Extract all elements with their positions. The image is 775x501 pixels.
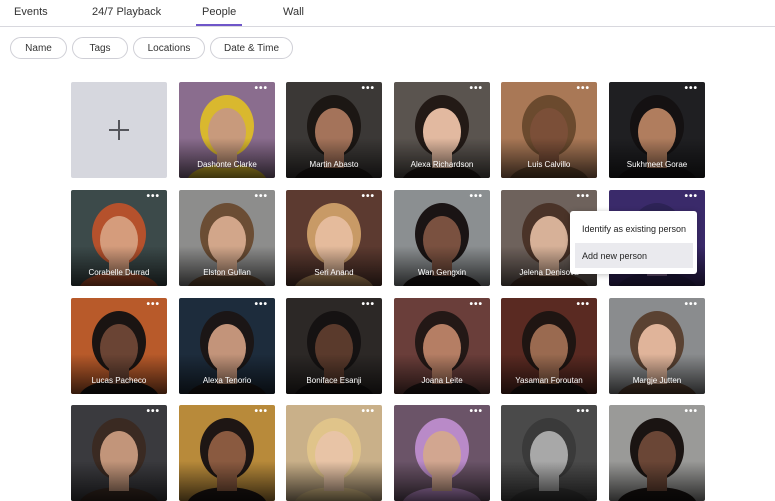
- more-options-icon[interactable]: •••: [684, 300, 698, 310]
- person-card[interactable]: ••• Dashonte Clarke: [179, 82, 275, 178]
- person-name: Elston Gullan: [203, 268, 251, 277]
- person-name: Corabelle Durrad: [88, 268, 150, 277]
- person-name: Wan Gengxin: [417, 268, 467, 277]
- top-tab-bar: Events 24/7 Playback People Wall: [0, 0, 775, 27]
- tab-people[interactable]: People: [195, 6, 243, 26]
- person-name: Dashonte Clarke: [197, 160, 257, 169]
- person-card[interactable]: ••• Lucas Pacheco: [71, 298, 167, 394]
- person-name: Margje Jutten: [632, 376, 682, 385]
- photo-gradient-overlay: [286, 246, 382, 286]
- photo-gradient-overlay: [394, 246, 490, 286]
- more-options-icon[interactable]: •••: [254, 192, 268, 202]
- more-options-icon[interactable]: •••: [361, 300, 375, 310]
- photo-gradient-overlay: [71, 354, 167, 394]
- person-card[interactable]: •••: [501, 405, 597, 501]
- filter-tags-button[interactable]: Tags: [72, 37, 128, 59]
- more-options-icon[interactable]: •••: [469, 300, 483, 310]
- photo-gradient-overlay: [179, 246, 275, 286]
- person-card[interactable]: ••• Sukhmeet Gorae: [609, 82, 705, 178]
- person-name: Boniface Esanji: [306, 376, 362, 385]
- photo-gradient-overlay: [71, 461, 167, 501]
- person-card[interactable]: ••• Luis Calvillo: [501, 82, 597, 178]
- more-options-icon[interactable]: •••: [146, 192, 160, 202]
- filter-date-time-button[interactable]: Date & Time: [210, 37, 293, 59]
- more-options-icon[interactable]: •••: [576, 300, 590, 310]
- more-options-icon[interactable]: •••: [576, 192, 590, 202]
- photo-gradient-overlay: [501, 354, 597, 394]
- photo-gradient-overlay: [394, 461, 490, 501]
- person-card[interactable]: ••• Boniface Esanji: [286, 298, 382, 394]
- person-name: Seri Anand: [314, 268, 354, 277]
- person-card[interactable]: •••: [71, 405, 167, 501]
- tab-24-7-playback[interactable]: 24/7 Playback: [92, 6, 161, 18]
- more-options-icon[interactable]: •••: [684, 192, 698, 202]
- person-card[interactable]: •••: [179, 405, 275, 501]
- photo-gradient-overlay: [609, 461, 705, 501]
- tab-wall[interactable]: Wall: [283, 6, 304, 18]
- person-name: Yasaman Foroutan: [515, 376, 583, 385]
- more-options-icon[interactable]: •••: [254, 300, 268, 310]
- add-person-button[interactable]: [71, 82, 167, 178]
- add-new-person-menu-item[interactable]: Add new person: [575, 243, 693, 268]
- photo-gradient-overlay: [179, 354, 275, 394]
- photo-gradient-overlay: [179, 461, 275, 501]
- more-options-icon[interactable]: •••: [469, 84, 483, 94]
- more-options-icon[interactable]: •••: [576, 84, 590, 94]
- person-card[interactable]: ••• Alexa Tenorio: [179, 298, 275, 394]
- photo-gradient-overlay: [286, 138, 382, 178]
- person-card[interactable]: ••• Wan Gengxin: [394, 190, 490, 286]
- more-options-icon[interactable]: •••: [469, 407, 483, 417]
- person-name: Alexa Richardson: [410, 160, 474, 169]
- person-context-menu: Identify as existing person Add new pers…: [570, 211, 697, 274]
- photo-gradient-overlay: [501, 138, 597, 178]
- more-options-icon[interactable]: •••: [576, 407, 590, 417]
- photo-gradient-overlay: [609, 354, 705, 394]
- photo-gradient-overlay: [179, 138, 275, 178]
- more-options-icon[interactable]: •••: [361, 84, 375, 94]
- more-options-icon[interactable]: •••: [684, 407, 698, 417]
- person-card[interactable]: ••• Elston Gullan: [179, 190, 275, 286]
- filter-locations-button[interactable]: Locations: [133, 37, 205, 59]
- person-card[interactable]: ••• Alexa Richardson: [394, 82, 490, 178]
- plus-icon: [109, 120, 129, 140]
- more-options-icon[interactable]: •••: [254, 407, 268, 417]
- person-card[interactable]: ••• Joana Leite: [394, 298, 490, 394]
- person-card[interactable]: •••: [609, 405, 705, 501]
- person-card[interactable]: ••• Seri Anand: [286, 190, 382, 286]
- person-card[interactable]: ••• Corabelle Durrad: [71, 190, 167, 286]
- person-name: Sukhmeet Gorae: [626, 160, 688, 169]
- more-options-icon[interactable]: •••: [469, 192, 483, 202]
- photo-gradient-overlay: [609, 138, 705, 178]
- person-name: Martin Abasto: [309, 160, 359, 169]
- person-name: Joana Leite: [421, 376, 463, 385]
- photo-gradient-overlay: [394, 138, 490, 178]
- more-options-icon[interactable]: •••: [254, 84, 268, 94]
- more-options-icon[interactable]: •••: [361, 407, 375, 417]
- person-card[interactable]: ••• Yasaman Foroutan: [501, 298, 597, 394]
- identify-existing-person-menu-item[interactable]: Identify as existing person: [575, 216, 693, 241]
- photo-gradient-overlay: [71, 246, 167, 286]
- filter-name-button[interactable]: Name: [10, 37, 67, 59]
- person-card[interactable]: •••: [394, 405, 490, 501]
- tab-events[interactable]: Events: [14, 6, 48, 18]
- more-options-icon[interactable]: •••: [361, 192, 375, 202]
- person-name: Lucas Pacheco: [91, 376, 147, 385]
- photo-gradient-overlay: [286, 461, 382, 501]
- person-card[interactable]: ••• Margje Jutten: [609, 298, 705, 394]
- photo-gradient-overlay: [501, 461, 597, 501]
- person-name: Alexa Tenorio: [202, 376, 252, 385]
- photo-gradient-overlay: [394, 354, 490, 394]
- more-options-icon[interactable]: •••: [146, 300, 160, 310]
- more-options-icon[interactable]: •••: [684, 84, 698, 94]
- more-options-icon[interactable]: •••: [146, 407, 160, 417]
- person-card[interactable]: •••: [286, 405, 382, 501]
- person-card[interactable]: ••• Martin Abasto: [286, 82, 382, 178]
- person-name: Luis Calvillo: [527, 160, 571, 169]
- photo-gradient-overlay: [286, 354, 382, 394]
